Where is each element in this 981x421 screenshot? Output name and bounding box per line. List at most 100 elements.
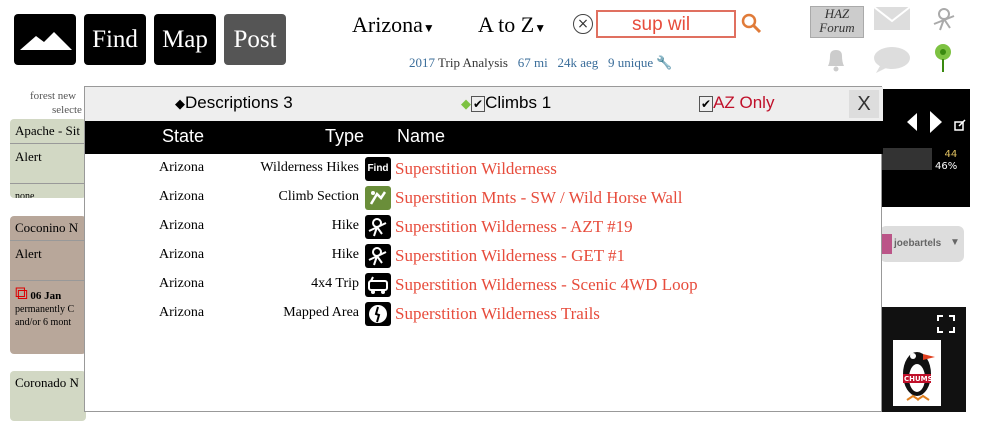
column-type: Type — [325, 126, 365, 146]
chums-ad[interactable]: CHUMS — [893, 340, 941, 406]
card-alert: Alert — [10, 143, 86, 183]
search-results-modal: ◆Descriptions 3 ◆ ✔ Climbs 1 ✔ AZ Only X St… — [84, 86, 883, 412]
card-title: Apache - Sit — [15, 123, 80, 138]
trip-year: 2017 — [409, 55, 435, 70]
state-label: Arizona — [352, 12, 423, 37]
forum-line1: HAZ — [824, 6, 850, 21]
trip-unique: 9 unique — [608, 55, 654, 70]
progress-track — [882, 148, 932, 170]
row-state: Arizona — [159, 247, 205, 262]
climb-icon — [365, 186, 391, 210]
hike-icon — [365, 215, 391, 239]
row-state: Arizona — [159, 160, 205, 175]
row-type: Climb Section — [278, 189, 360, 204]
table-row[interactable]: Arizona Mapped Area Superstition Wildern… — [85, 300, 883, 329]
hiker-icon[interactable] — [930, 6, 958, 40]
climbs-checkbox[interactable]: ✔ — [471, 96, 486, 112]
state-dropdown[interactable]: Arizona▼ — [352, 12, 435, 38]
expand-icon[interactable] — [937, 315, 955, 337]
row-type: Mapped Area — [283, 305, 359, 320]
close-button[interactable]: X — [849, 90, 879, 118]
search-icon[interactable] — [740, 12, 762, 39]
row-name-link[interactable]: Superstition Wilderness Trails — [395, 304, 600, 324]
card-title: Coconino N — [15, 220, 79, 235]
row-state: Arizona — [159, 189, 205, 204]
progress-percent: 46% — [935, 161, 958, 172]
forest-card-coronado[interactable]: Coronado N — [10, 371, 86, 421]
mapped-area-icon — [365, 302, 391, 326]
results-table-header: State Type Name — [85, 121, 883, 154]
hike-icon — [365, 244, 391, 268]
row-name-link[interactable]: Superstition Wilderness - Scenic 4WD Loo… — [395, 275, 698, 295]
table-row[interactable]: Arizona Hike Superstition Wilderness - G… — [85, 242, 883, 271]
next-arrow-icon[interactable] — [928, 109, 944, 139]
trip-analysis-bar[interactable]: 2017 Trip Analysis 67 mi 24k aeg 9 uniqu… — [409, 55, 673, 71]
tab-descriptions-label: Descriptions 3 — [185, 93, 293, 112]
forum-line2: Forum — [819, 20, 855, 35]
tab-climbs[interactable]: ◆ ✔ Climbs 1 — [461, 93, 551, 113]
card-alert: Alert — [10, 240, 86, 280]
forest-news-line1: forest new — [30, 90, 77, 102]
avatar — [882, 234, 892, 254]
forest-card-coconino[interactable]: Coconino N Alert ⧉ 06 Jan permanently C … — [10, 216, 86, 354]
column-state: State — [162, 126, 205, 146]
bell-icon[interactable] — [824, 46, 848, 76]
row-state: Arizona — [159, 276, 205, 291]
trip-miles: 67 mi — [517, 55, 548, 70]
caret-down-icon: ▼ — [950, 237, 960, 248]
caret-down-icon: ▼ — [422, 21, 435, 35]
search-input[interactable]: sup wil — [596, 10, 736, 38]
az-only-filter[interactable]: ✔ AZ Only — [699, 93, 774, 113]
diamond-icon: ◆ — [175, 96, 185, 111]
user-menu[interactable]: joebartels ▼ — [880, 226, 964, 262]
find-button[interactable]: Find — [84, 14, 146, 65]
card-title: Coronado N — [15, 375, 79, 390]
jeep-icon — [365, 273, 391, 297]
clear-search-icon[interactable]: × — [573, 14, 593, 34]
mountain-logo-icon — [20, 32, 72, 50]
forest-card-apache[interactable]: Apache - Sit Alert none — [10, 119, 86, 198]
flower-icon[interactable] — [930, 42, 956, 78]
post-button[interactable]: Post — [224, 14, 286, 65]
username: joebartels — [894, 238, 942, 249]
forum-button[interactable]: HAZ Forum — [810, 6, 864, 38]
row-name-link[interactable]: Superstition Wilderness - GET #1 — [395, 246, 625, 266]
caret-down-icon: ▼ — [534, 21, 547, 35]
row-name-link[interactable]: Superstition Wilderness - AZT #19 — [395, 217, 633, 237]
a-to-z-dropdown[interactable]: A to Z▼ — [478, 12, 546, 38]
row-type: Wilderness Hikes — [260, 160, 359, 175]
tab-descriptions[interactable]: ◆Descriptions 3 — [175, 93, 293, 113]
table-row[interactable]: Arizona Wilderness Hikes Find Superstiti… — [85, 155, 883, 184]
chums-logo-text: CHUMS — [904, 375, 933, 383]
progress-count: 44 — [944, 149, 958, 160]
table-row[interactable]: Arizona 4x4 Trip Superstition Wilderness… — [85, 271, 883, 300]
card-note: none — [10, 183, 86, 198]
forest-news-line2: selecte — [52, 104, 82, 116]
column-name: Name — [397, 126, 446, 146]
a-to-z-label: A to Z — [478, 12, 535, 37]
row-name-link[interactable]: Superstition Wilderness — [395, 159, 557, 179]
card-date: 06 Jan — [30, 290, 62, 302]
row-type: Hike — [331, 247, 359, 262]
chat-icon[interactable] — [872, 46, 912, 78]
card-note-line2: and/or 6 mont — [15, 317, 72, 328]
table-row[interactable]: Arizona Hike Superstition Wilderness - A… — [85, 213, 883, 242]
haz-logo[interactable] — [14, 14, 76, 65]
tab-climbs-label: Climbs 1 — [485, 93, 552, 112]
map-button[interactable]: Map — [154, 14, 216, 65]
alert-doc-icon: ⧉ — [15, 283, 28, 303]
external-link-icon[interactable] — [954, 116, 966, 135]
find-icon: Find — [365, 157, 391, 181]
wrench-icon: 🔧 — [656, 55, 673, 70]
row-type: Hike — [331, 218, 359, 233]
chums-bird-icon — [903, 352, 935, 401]
trip-aeg: 24k aeg — [557, 55, 599, 70]
mail-icon[interactable] — [873, 4, 911, 38]
az-only-checkbox[interactable]: ✔ — [699, 96, 714, 112]
card-note-line1: permanently C — [15, 304, 75, 315]
table-row[interactable]: Arizona Climb Section Superstition Mnts … — [85, 184, 883, 213]
row-name-link[interactable]: Superstition Mnts - SW / Wild Horse Wall — [395, 188, 682, 208]
prev-arrow-icon[interactable] — [905, 111, 919, 137]
trip-label: Trip Analysis — [438, 55, 508, 70]
az-only-label: AZ Only — [713, 93, 775, 112]
